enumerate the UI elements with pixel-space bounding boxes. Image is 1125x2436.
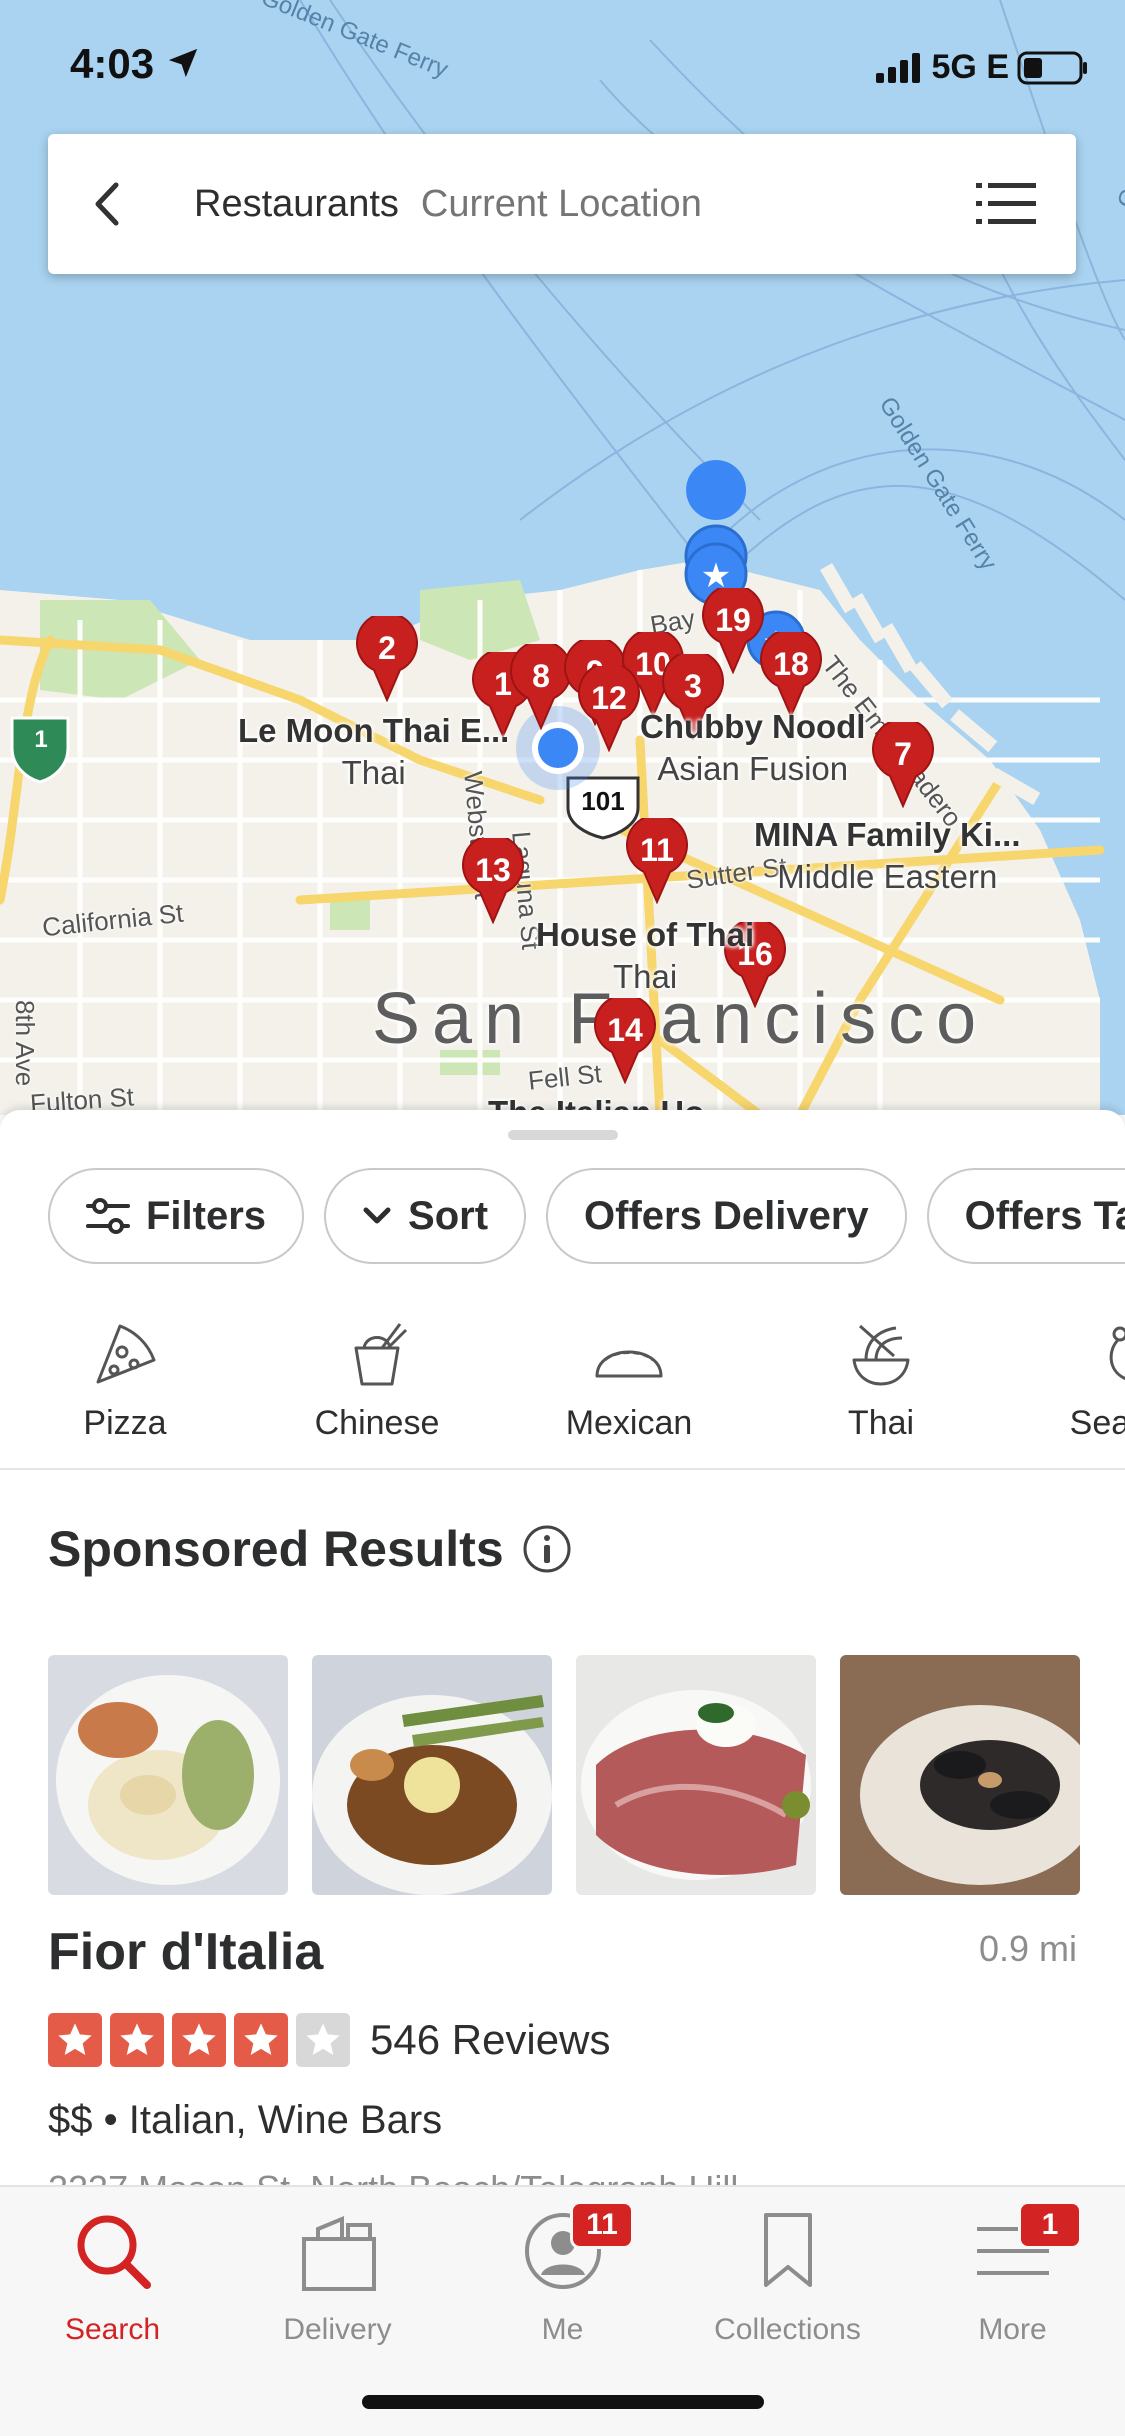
map-pin[interactable]: 19	[702, 588, 764, 674]
map-place-label[interactable]: MINA Family Ki... Middle Eastern	[754, 814, 1020, 898]
search-location[interactable]: Current Location	[421, 183, 702, 226]
filters-icon	[86, 1198, 130, 1234]
map-pin[interactable]: 12	[578, 666, 640, 752]
review-count: 546 Reviews	[370, 2016, 611, 2063]
map-place-label[interactable]: Chubby Noodl Asian Fusion	[640, 706, 865, 790]
food-photo[interactable]	[48, 1655, 288, 1895]
map-pin[interactable]: 7	[872, 722, 934, 808]
business-photos[interactable]	[48, 1655, 1080, 1895]
business-distance: 0.9 mi	[978, 1928, 1077, 1969]
offers-delivery-filter[interactable]: Offers Delivery	[546, 1168, 907, 1264]
more-badge: 1	[1018, 2201, 1082, 2249]
street-label: 8th Ave	[10, 1000, 40, 1087]
network-type: 5G E	[931, 48, 1009, 86]
search-term[interactable]: Restaurants	[194, 183, 399, 226]
star-icon	[234, 2013, 288, 2067]
home-indicator[interactable]	[362, 2395, 764, 2409]
delivery-bag-icon	[301, 2216, 376, 2291]
tab-collections[interactable]: Collections	[675, 2201, 900, 2347]
map-pin[interactable]: 2	[356, 616, 418, 702]
food-photo[interactable]	[576, 1655, 816, 1895]
back-button[interactable]	[88, 134, 178, 274]
star-icon	[110, 2013, 164, 2067]
me-badge: 11	[570, 2201, 634, 2249]
category-pizza[interactable]: Pizza	[25, 1310, 225, 1443]
business-address: 2237 Mason St, North Beach/Telegraph Hil…	[48, 2168, 738, 2185]
pizza-icon	[96, 1324, 156, 1384]
map-place-label[interactable]: Le Moon Thai E... Thai	[238, 710, 509, 794]
sponsored-title: Sponsored Results	[48, 1521, 504, 1577]
map-pin[interactable]: 8	[510, 644, 572, 730]
list-icon	[976, 183, 1036, 224]
category-seafood[interactable]: Seafood	[1033, 1310, 1125, 1443]
highway-1-number: 1	[34, 726, 48, 753]
taco-icon	[595, 1350, 663, 1378]
sort-button[interactable]: Sort	[324, 1168, 527, 1264]
search-bar[interactable]: Restaurants Current Location	[48, 134, 1076, 274]
status-indicators: 5G E	[875, 48, 1089, 87]
filters-button[interactable]: Filters	[48, 1168, 305, 1264]
business-price-category: $$ • Italian, Wine Bars	[48, 2098, 443, 2142]
seafood-icon	[1109, 1326, 1125, 1380]
rating-stars: 546 Reviews	[48, 2013, 610, 2067]
star-icon	[48, 2013, 102, 2067]
tab-search[interactable]: Search	[0, 2201, 225, 2347]
filter-chips: Filters Sort Offers Delivery Offers Take…	[48, 1168, 1125, 1264]
noodle-bowl-icon	[852, 1324, 910, 1386]
map-pin[interactable]: 11	[626, 818, 688, 904]
sheet-handle[interactable]	[508, 1130, 618, 1140]
chevron-left-icon	[95, 182, 119, 226]
signal-icon	[875, 52, 920, 83]
battery-icon	[1017, 51, 1087, 84]
sponsored-header: Sponsored Results	[48, 1520, 572, 1578]
map-place-label[interactable]: House of Thai Thai	[536, 914, 754, 998]
map-pin[interactable]: 14	[594, 998, 656, 1084]
list-view-button[interactable]	[966, 164, 1046, 244]
food-photo[interactable]	[840, 1655, 1080, 1895]
map-pin[interactable]: 13	[462, 838, 524, 924]
highway-101-number: 101	[581, 786, 625, 816]
search-icon	[77, 2215, 151, 2289]
location-arrow-icon	[168, 48, 197, 78]
chevron-down-icon	[363, 1207, 391, 1224]
divider	[0, 1468, 1125, 1470]
offers-takeout-filter[interactable]: Offers Takeout	[926, 1168, 1125, 1264]
tab-me[interactable]: 11 Me	[450, 2201, 675, 2347]
food-photo[interactable]	[312, 1655, 552, 1895]
category-mexican[interactable]: Mexican	[529, 1310, 729, 1443]
category-thai[interactable]: Thai	[781, 1310, 981, 1443]
takeout-box-icon	[354, 1323, 408, 1386]
bookmark-icon	[763, 2213, 812, 2287]
tab-delivery[interactable]: Delivery	[225, 2201, 450, 2347]
star-icon	[172, 2013, 226, 2067]
results-sheet[interactable]: Filters Sort Offers Delivery Offers Take…	[0, 1110, 1125, 2185]
star-empty-icon	[296, 2013, 350, 2067]
category-row: Pizza Chinese Mexican Thai Sea	[0, 1310, 1125, 1460]
category-chinese[interactable]: Chinese	[277, 1310, 477, 1443]
map-view[interactable]: ★ ★ Golden Gate Ferry Golden Gate Ferry …	[0, 0, 1125, 1115]
business-name[interactable]: Fior d'Italia	[48, 1922, 323, 1982]
info-icon[interactable]	[522, 1524, 572, 1574]
status-time: 4:03	[70, 40, 200, 88]
tab-more[interactable]: 1 More	[900, 2201, 1125, 2347]
